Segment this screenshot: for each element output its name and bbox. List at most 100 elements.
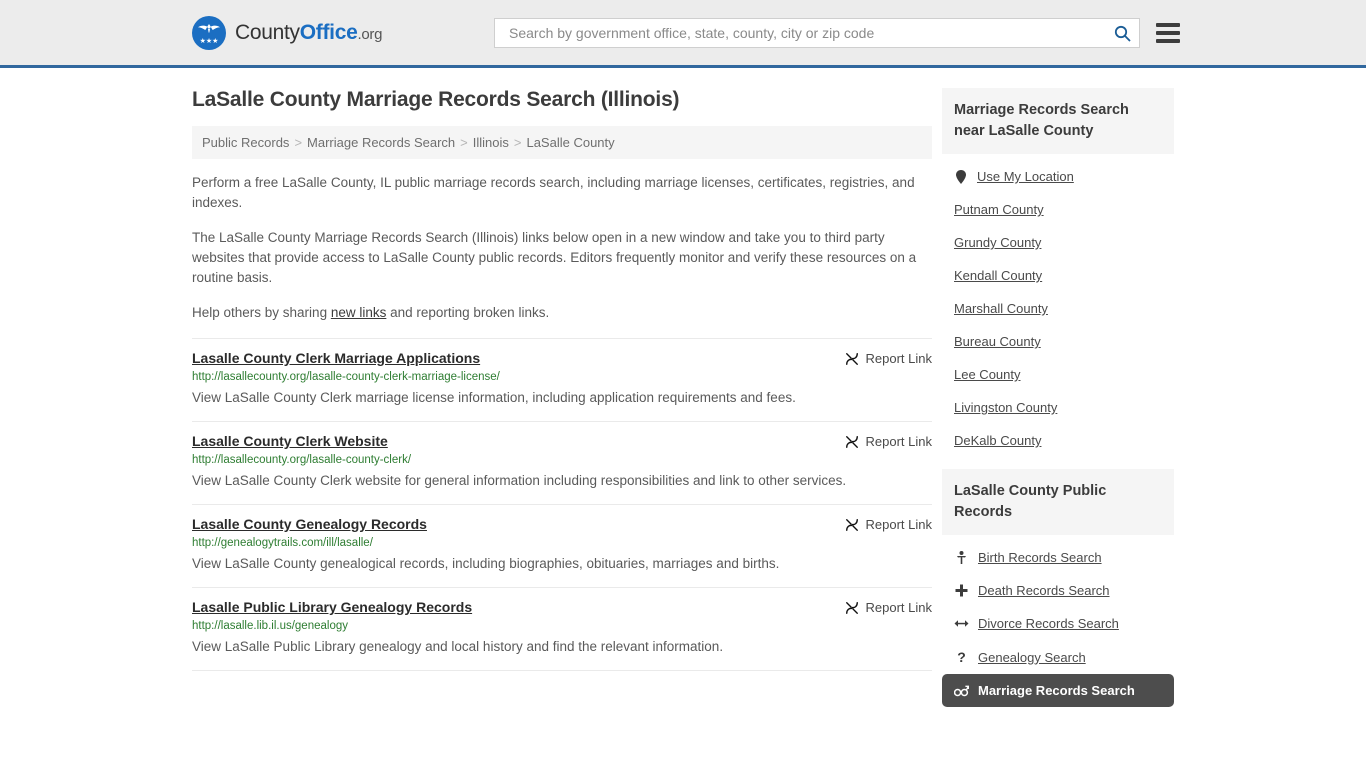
intro-text: Perform a free LaSalle County, IL public… bbox=[192, 173, 932, 323]
sidebar-link-label[interactable]: Birth Records Search bbox=[978, 550, 1102, 565]
sidebar-item-birth-records-search[interactable]: Birth Records Search bbox=[942, 541, 1174, 574]
sidebar-link-label[interactable]: Marshall County bbox=[954, 301, 1048, 316]
report-link-button[interactable]: Report Link bbox=[845, 599, 932, 615]
result-description: View LaSalle County genealogical records… bbox=[192, 556, 780, 571]
sidebar-link-label[interactable]: Death Records Search bbox=[978, 583, 1110, 598]
header-search-zone bbox=[494, 18, 1180, 48]
public-records-heading: LaSalle County Public Records bbox=[942, 469, 1174, 535]
sidebar-item-marshall-county[interactable]: Marshall County bbox=[954, 292, 1174, 325]
nearby-searches-list: Use My Location Putnam County Grundy Cou… bbox=[942, 154, 1174, 457]
sidebar-item-marriage-records-search[interactable]: Marriage Records Search bbox=[942, 674, 1174, 707]
hamburger-bar bbox=[1156, 39, 1180, 43]
search-button[interactable] bbox=[1111, 22, 1133, 44]
search-input[interactable] bbox=[507, 24, 1111, 42]
result-description: View LaSalle Public Library genealogy an… bbox=[192, 639, 724, 654]
result-title-link[interactable]: Lasalle Public Library Genealogy Records bbox=[192, 599, 472, 615]
result-header: Lasalle County Clerk Website Report Link bbox=[192, 433, 932, 449]
result-title-link[interactable]: Lasalle County Clerk Website bbox=[192, 433, 388, 449]
nearby-searches-heading: Marriage Records Search near LaSalle Cou… bbox=[942, 88, 1174, 154]
male-female-icon bbox=[954, 685, 969, 697]
report-link-button[interactable]: Report Link bbox=[845, 516, 932, 532]
sidebar-link-label[interactable]: Marriage Records Search bbox=[978, 683, 1135, 698]
sidebar-item-livingston-county[interactable]: Livingston County bbox=[954, 391, 1174, 424]
hamburger-bar bbox=[1156, 23, 1180, 27]
sidebar-item-death-records-search[interactable]: Death Records Search bbox=[942, 574, 1174, 607]
intro-paragraph-2: The LaSalle County Marriage Records Sear… bbox=[192, 230, 917, 285]
sidebar-link-label[interactable]: Putnam County bbox=[954, 202, 1044, 217]
result-header: Lasalle County Genealogy Records Report … bbox=[192, 516, 932, 532]
result-title-link[interactable]: Lasalle County Genealogy Records bbox=[192, 516, 427, 532]
sidebar-link-label[interactable]: Grundy County bbox=[954, 235, 1041, 250]
result-url: http://genealogytrails.com/ill/lasalle/ bbox=[192, 537, 373, 549]
result-item: Lasalle County Clerk Website Report Link… bbox=[192, 421, 932, 504]
sidebar-item-lee-county[interactable]: Lee County bbox=[954, 358, 1174, 391]
breadcrumb: Public Records > Marriage Records Search > I… bbox=[192, 126, 932, 159]
intro-p3-after: and reporting broken links. bbox=[386, 305, 550, 320]
breadcrumb-item-lasalle-county[interactable]: LaSalle County bbox=[526, 135, 614, 150]
result-url: http://lasalle.lib.il.us/genealogy bbox=[192, 620, 348, 632]
main-column: LaSalle County Marriage Records Search (… bbox=[192, 68, 932, 719]
breadcrumb-separator: > bbox=[460, 135, 468, 150]
sidebar-item-bureau-county[interactable]: Bureau County bbox=[954, 325, 1174, 358]
result-header: Lasalle Public Library Genealogy Records… bbox=[192, 599, 932, 615]
eagle-seal-icon: ★★★ bbox=[192, 15, 226, 50]
result-url: http://lasallecounty.org/lasalle-county-… bbox=[192, 371, 500, 383]
site-logo[interactable]: ★★★ CountyOffice.org bbox=[192, 15, 383, 50]
breadcrumb-item-illinois[interactable]: Illinois bbox=[473, 135, 509, 150]
result-title-link[interactable]: Lasalle County Clerk Marriage Applicatio… bbox=[192, 350, 480, 366]
public-records-list: Birth Records Search Death Records Searc… bbox=[942, 535, 1174, 707]
new-links-link[interactable]: new links bbox=[331, 305, 387, 320]
stars-glyph: ★★★ bbox=[199, 37, 219, 45]
intro-paragraph-1: Perform a free LaSalle County, IL public… bbox=[192, 175, 915, 210]
report-link-label: Report Link bbox=[865, 351, 932, 366]
broken-link-icon bbox=[845, 601, 858, 614]
intro-p3-before: Help others by sharing bbox=[192, 305, 331, 320]
sidebar-item-kendall-county[interactable]: Kendall County bbox=[954, 259, 1174, 292]
hamburger-menu-icon[interactable] bbox=[1156, 23, 1180, 43]
report-link-label: Report Link bbox=[865, 434, 932, 449]
logo-text-county: County bbox=[235, 20, 300, 44]
cross-icon bbox=[954, 584, 969, 597]
sidebar-link-label[interactable]: Livingston County bbox=[954, 400, 1057, 415]
broken-link-icon bbox=[845, 352, 858, 365]
sidebar-link-label[interactable]: Divorce Records Search bbox=[978, 616, 1119, 631]
sidebar-link-label[interactable]: DeKalb County bbox=[954, 433, 1041, 448]
logo-text-office: Office bbox=[299, 20, 358, 44]
map-pin-icon bbox=[954, 169, 968, 184]
page-body: LaSalle County Marriage Records Search (… bbox=[0, 68, 1366, 719]
result-url: http://lasallecounty.org/lasalle-county-… bbox=[192, 454, 412, 466]
sidebar-item-divorce-records-search[interactable]: Divorce Records Search bbox=[942, 607, 1174, 640]
site-header: ★★★ CountyOffice.org bbox=[0, 0, 1366, 68]
breadcrumb-separator: > bbox=[513, 135, 522, 150]
report-link-button[interactable]: Report Link bbox=[845, 350, 932, 366]
sidebar-link-label[interactable]: Lee County bbox=[954, 367, 1021, 382]
report-link-button[interactable]: Report Link bbox=[845, 433, 932, 449]
sidebar-link-label[interactable]: Use My Location bbox=[977, 169, 1074, 184]
search-box[interactable] bbox=[494, 18, 1140, 48]
breadcrumb-item-marriage-records-search[interactable]: Marriage Records Search bbox=[307, 135, 455, 150]
result-description: View LaSalle County Clerk website for ge… bbox=[192, 473, 847, 488]
baby-icon bbox=[954, 550, 969, 565]
broken-link-icon bbox=[845, 435, 858, 448]
result-item: Lasalle Public Library Genealogy Records… bbox=[192, 587, 932, 670]
logo-text-tld: .org bbox=[357, 25, 383, 43]
sidebar-item-use-my-location[interactable]: Use My Location bbox=[954, 160, 1174, 193]
result-description: View LaSalle County Clerk marriage licen… bbox=[192, 390, 796, 405]
sidebar-item-dekalb-county[interactable]: DeKalb County bbox=[954, 424, 1174, 457]
sidebar-item-putnam-county[interactable]: Putnam County bbox=[954, 193, 1174, 226]
search-icon bbox=[1114, 25, 1131, 42]
breadcrumb-item-public-records[interactable]: Public Records bbox=[202, 135, 289, 150]
double-arrow-icon bbox=[954, 618, 969, 629]
hamburger-bar bbox=[1156, 31, 1180, 35]
sidebar-link-label[interactable]: Kendall County bbox=[954, 268, 1042, 283]
result-item: Lasalle County Clerk Marriage Applicatio… bbox=[192, 338, 932, 421]
public-records-card: LaSalle County Public Records Birth Reco… bbox=[942, 469, 1174, 707]
result-item: Lasalle County Genealogy Records Report … bbox=[192, 504, 932, 587]
sidebar-link-label[interactable]: Genealogy Search bbox=[978, 650, 1086, 665]
sidebar-item-grundy-county[interactable]: Grundy County bbox=[954, 226, 1174, 259]
report-link-label: Report Link bbox=[865, 600, 932, 615]
broken-link-icon bbox=[845, 518, 858, 531]
sidebar-link-label[interactable]: Bureau County bbox=[954, 334, 1041, 349]
sidebar-item-genealogy-search[interactable]: ? Genealogy Search bbox=[942, 640, 1174, 674]
result-header: Lasalle County Clerk Marriage Applicatio… bbox=[192, 350, 932, 366]
